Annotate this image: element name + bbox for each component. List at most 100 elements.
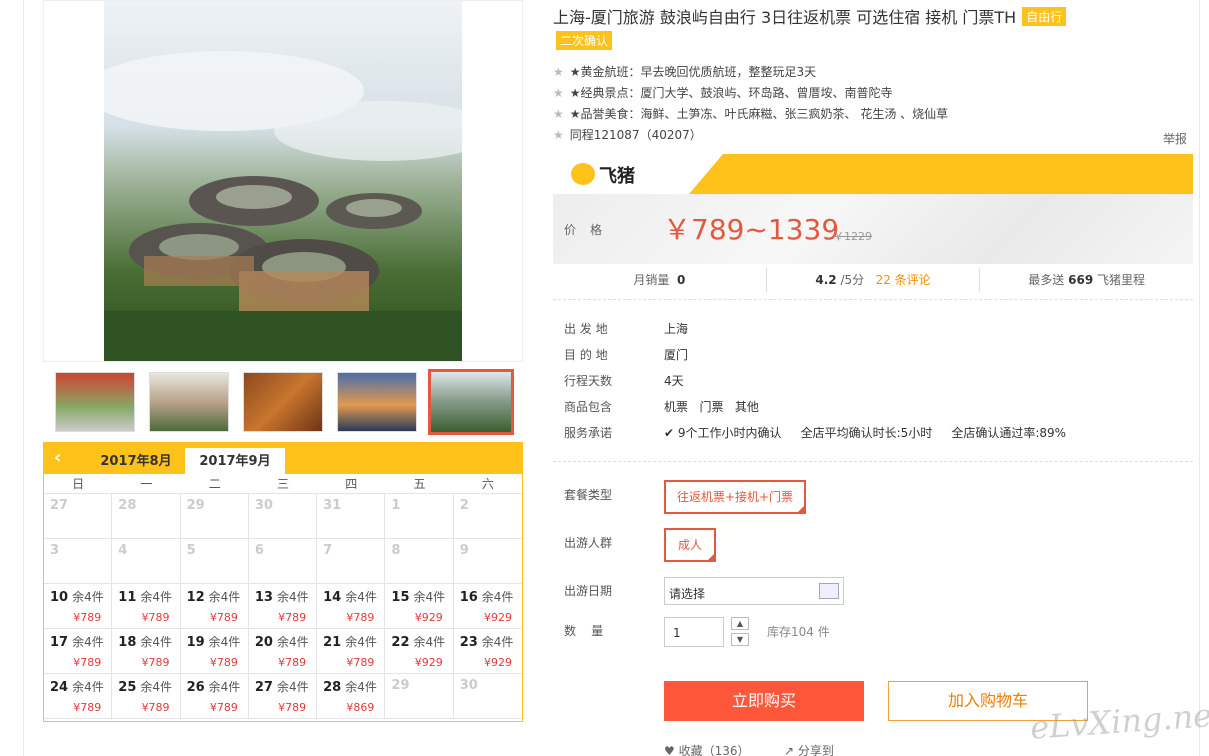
stock-text: 库存104 件	[767, 625, 830, 639]
day-price: ¥789	[73, 611, 102, 624]
calendar-day: 30	[453, 674, 522, 719]
calendar-day[interactable]: 27 余4件 ¥789	[248, 674, 318, 719]
calendar-day: 29	[385, 674, 454, 719]
product-page: ‹ 2017年8月 2017年9月 日一二三四五六 27 28 29 30 31 1 2 3 4…	[0, 0, 1209, 756]
rating-value: 4.2	[815, 273, 837, 287]
qty-label: 数 量	[564, 624, 604, 638]
thumbnail-1[interactable]	[55, 372, 135, 432]
miles-block: 最多送 669 飞猪里程	[980, 268, 1193, 292]
divider	[553, 461, 1193, 462]
calendar-day: 7	[317, 539, 386, 584]
thumbnail-5-selected[interactable]	[428, 369, 514, 435]
confirm-badge: 二次确认	[556, 31, 613, 50]
qty-up-icon[interactable]: ▲	[731, 617, 749, 630]
day-stock: 余4件	[208, 635, 241, 649]
calendar-day[interactable]: 14 余4件 ¥789	[317, 584, 386, 629]
crowd-option[interactable]: 成人	[664, 528, 716, 562]
day-number: 21	[323, 635, 342, 650]
calendar-day[interactable]: 18 余4件 ¥789	[112, 629, 181, 674]
price-calendar: ‹ 2017年8月 2017年9月 日一二三四五六 27 28 29 30 31 1 2 3 4…	[43, 442, 523, 722]
day-price: ¥929	[414, 611, 443, 624]
miles-prefix: 最多送	[1028, 273, 1065, 287]
feature-3: ★ ★品誉美食：海鲜、土笋冻、叶氏麻糍、张三疯奶茶、 花生汤 、烧仙草	[553, 105, 948, 122]
calendar-day: 8	[385, 539, 454, 584]
qty-down-icon[interactable]: ▼	[731, 633, 749, 646]
day-number: 17	[50, 635, 69, 650]
calendar-day[interactable]: 24 余4件 ¥789	[44, 674, 113, 719]
calendar-day: 3	[44, 539, 113, 584]
day-number: 20	[254, 635, 273, 650]
quantity-input[interactable]: 1	[664, 617, 724, 647]
main-product-image	[43, 0, 523, 362]
calendar-day[interactable]: 12 余4件 ¥789	[180, 584, 249, 629]
day-stock: 余4件	[276, 680, 309, 694]
day-number: 7	[323, 543, 333, 558]
calendar-icon[interactable]	[819, 583, 839, 599]
buy-now-button[interactable]: 立即购买	[664, 681, 864, 721]
thumbnail-3[interactable]	[243, 372, 323, 432]
check-icon: ✔	[664, 426, 678, 440]
calendar-day[interactable]: 15 余4件 ¥929	[385, 584, 454, 629]
day-stock: 余4件	[413, 635, 446, 649]
package-label: 套餐类型	[564, 488, 613, 502]
price-box: 价格 ￥789~1339 ￥1229	[553, 194, 1193, 264]
day-number: 12	[186, 590, 205, 605]
day-number: 22	[391, 635, 410, 650]
thumbnail-2[interactable]	[149, 372, 229, 432]
weekday-label: 六	[481, 477, 494, 491]
calendar-day[interactable]: 26 余4件 ¥789	[180, 674, 249, 719]
day-price: ¥789	[209, 611, 238, 624]
day-price: ¥789	[141, 656, 170, 669]
reviews-link[interactable]: 22 条评论	[876, 273, 931, 287]
tab-month-sep[interactable]: 2017年9月	[185, 448, 285, 474]
calendar-day: 5	[180, 539, 249, 584]
calendar-day[interactable]: 19 余4件 ¥789	[180, 629, 249, 674]
calendar-day[interactable]: 23 余4件 ¥929	[453, 629, 522, 674]
package-option[interactable]: 往返机票+接机+门票	[664, 480, 806, 514]
prev-month-icon[interactable]: ‹	[54, 447, 61, 468]
share-link[interactable]: ↗ 分享到	[784, 742, 834, 756]
report-link[interactable]: 举报	[1163, 130, 1187, 147]
rating-block: 4.2 /5分 22 条评论	[767, 268, 981, 292]
thumbnail-4[interactable]	[337, 372, 417, 432]
calendar-day[interactable]: 21 余4件 ¥789	[317, 629, 386, 674]
price-range: ￥789~1339	[663, 213, 840, 246]
day-price: ¥789	[278, 656, 307, 669]
calendar-day[interactable]: 28 余4件 ¥869	[317, 674, 386, 719]
calendar-day[interactable]: 13 余4件 ¥789	[248, 584, 318, 629]
calendar-day: 4	[112, 539, 181, 584]
day-stock: 余4件	[413, 590, 446, 604]
weekday-label: 三	[276, 477, 289, 491]
calendar-day[interactable]: 22 余4件 ¥929	[385, 629, 454, 674]
star-icon: ★	[553, 107, 564, 121]
calendar-day: 27	[44, 494, 113, 539]
tab-month-aug[interactable]: 2017年8月	[86, 448, 186, 474]
share-icon: ↗	[784, 744, 798, 756]
day-stock: 余4件	[140, 590, 173, 604]
calendar-day: 30	[248, 494, 318, 539]
day-stock: 余4件	[481, 635, 514, 649]
calendar-day[interactable]: 25 余4件 ¥789	[112, 674, 181, 719]
day-price: ¥789	[141, 701, 170, 714]
feature-2: ★ ★经典景点：厦门大学、鼓浪屿、环岛路、曾厝垵、南普陀寺	[553, 84, 893, 101]
date-picker-input[interactable]: 请选择	[664, 577, 844, 605]
day-price: ¥789	[209, 701, 238, 714]
day-number: 27	[254, 680, 273, 695]
info-value-includes: 机票 门票 其他	[664, 400, 759, 414]
favorite-link[interactable]: ♥ 收藏（136）	[664, 742, 749, 756]
star-icon: ★	[553, 128, 564, 142]
weekday-label: 日	[72, 477, 85, 491]
feature-4: ★ 同程121087（40207）	[553, 126, 702, 143]
calendar-day[interactable]: 16 余4件 ¥929	[453, 584, 522, 629]
day-stock: 余4件	[345, 635, 377, 649]
weekday-label: 二	[208, 477, 221, 491]
product-title: 上海-厦门旅游 鼓浪屿自由行 3日往返机票 可选住宿 接机 门票TH 自由行	[553, 4, 1067, 28]
service-text: 9个工作小时内确认 全店平均确认时长:5小时 全店确认通过率:89%	[677, 426, 1067, 440]
calendar-day[interactable]: 17 余4件 ¥789	[44, 629, 113, 674]
title-text: 上海-厦门旅游 鼓浪屿自由行 3日往返机票 可选住宿 接机 门票TH	[553, 8, 1017, 27]
info-label-service: 服务承诺	[564, 426, 613, 440]
calendar-day[interactable]: 20 余4件 ¥789	[248, 629, 318, 674]
calendar-day[interactable]: 11 余4件 ¥789	[112, 584, 181, 629]
calendar-day[interactable]: 10 余4件 ¥789	[44, 584, 113, 629]
day-stock: 余4件	[276, 635, 309, 649]
